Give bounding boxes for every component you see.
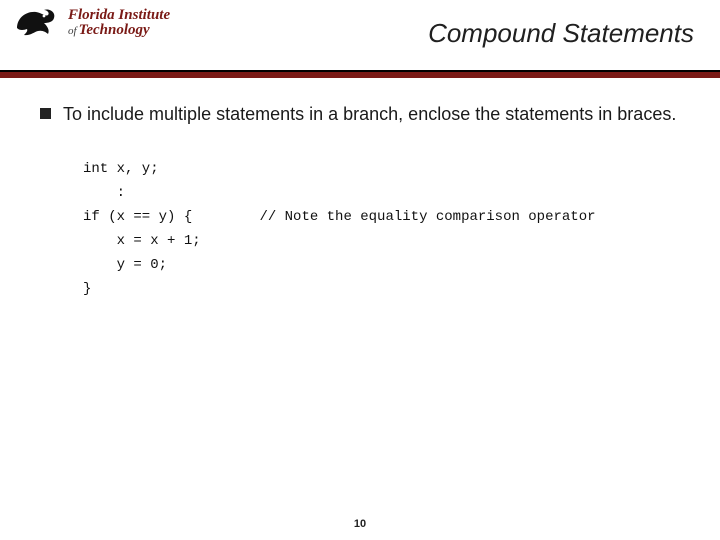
code-line: y = 0; <box>83 257 167 273</box>
bullet-text: To include multiple statements in a bran… <box>63 104 676 125</box>
slide-header: Florida Institute ofTechnology Compound … <box>0 0 720 70</box>
code-line: } <box>83 281 91 297</box>
bullet-item: To include multiple statements in a bran… <box>40 104 690 125</box>
slide-title: Compound Statements <box>428 18 694 49</box>
panther-icon <box>14 6 62 42</box>
institution-logo: Florida Institute ofTechnology <box>14 6 170 42</box>
wordmark-tech: Technology <box>79 22 150 38</box>
rule-thick <box>0 72 720 78</box>
header-rule <box>0 70 720 78</box>
slide-body: To include multiple statements in a bran… <box>40 104 690 301</box>
code-line: : <box>83 185 125 201</box>
wordmark-line1: Florida Institute <box>68 8 170 23</box>
square-bullet-icon <box>40 108 51 119</box>
code-comment: // Note the equality comparison operator <box>259 209 595 225</box>
slide: Florida Institute ofTechnology Compound … <box>0 0 720 540</box>
institution-wordmark: Florida Institute ofTechnology <box>68 6 170 39</box>
code-line: if (x == y) { <box>83 209 192 225</box>
code-line: x = x + 1; <box>83 233 201 249</box>
page-number: 10 <box>0 518 720 530</box>
wordmark-line2: ofTechnology <box>68 23 170 39</box>
code-line: int x, y; <box>83 161 159 177</box>
wordmark-of: of <box>68 25 77 37</box>
code-block: int x, y; : if (x == y) { // Note the eq… <box>83 157 690 301</box>
